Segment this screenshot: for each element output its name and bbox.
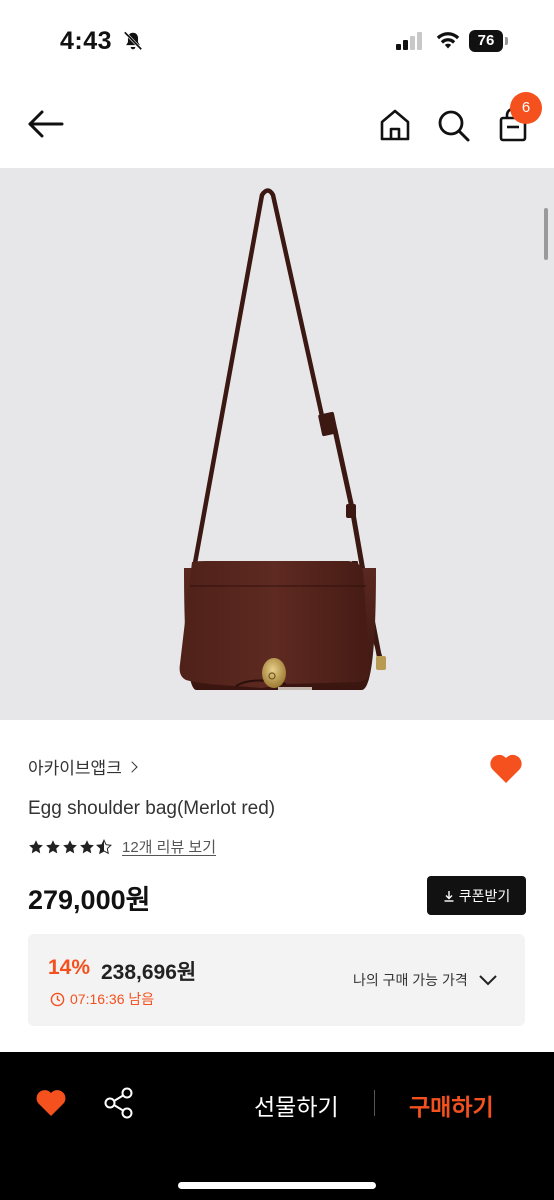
discount-rate: 14% xyxy=(48,956,91,979)
status-bar: 4:43 76 xyxy=(0,0,554,80)
product-price: 279,000원 xyxy=(28,885,151,915)
rating-stars xyxy=(28,838,112,855)
clock-icon xyxy=(50,992,65,1006)
brand-link[interactable]: 아카이브앱크 xyxy=(28,754,138,779)
discount-price: 238,696원 xyxy=(101,961,197,984)
divider xyxy=(374,1090,375,1116)
wifi-icon xyxy=(436,32,460,49)
timer-text: 07:16:36 남음 xyxy=(70,991,155,1007)
product-image[interactable] xyxy=(0,168,554,720)
review-link[interactable]: 12개 리뷰 보기 xyxy=(122,836,216,857)
chevron-right-icon xyxy=(126,760,138,773)
battery-cap xyxy=(505,37,508,45)
rating-row: 12개 리뷰 보기 xyxy=(28,836,216,857)
download-icon xyxy=(444,890,454,902)
battery-level: 76 xyxy=(477,32,495,49)
image-scrollbar[interactable] xyxy=(544,208,548,260)
cart-count-badge: 6 xyxy=(510,92,542,124)
back-arrow-icon[interactable] xyxy=(24,106,66,142)
discount-box: 14% 238,696원 07:16:36 남음 나의 구매 가능 가격 xyxy=(28,934,525,1026)
nav-bar: 6 xyxy=(0,80,554,168)
heart-icon[interactable] xyxy=(487,750,525,786)
home-indicator[interactable] xyxy=(178,1182,376,1189)
star-icon xyxy=(46,839,60,853)
heart-icon[interactable] xyxy=(34,1088,68,1118)
share-icon[interactable] xyxy=(102,1086,136,1120)
status-time: 4:43 xyxy=(60,27,113,55)
half-star-icon xyxy=(96,838,112,854)
chevron-down-icon xyxy=(479,975,497,986)
bottom-action-bar: 선물하기 구매하기 xyxy=(0,1052,554,1200)
timer-row: 07:16:36 남음 xyxy=(50,989,154,1009)
coupon-label: 쿠폰받기 xyxy=(458,887,511,904)
my-price-label: 나의 구매 가능 가격 xyxy=(353,972,468,988)
bell-muted-icon xyxy=(123,31,143,51)
home-icon[interactable] xyxy=(376,106,414,144)
brand-name: 아카이브앱크 xyxy=(28,759,122,778)
buy-button[interactable]: 구매하기 xyxy=(409,1088,494,1122)
shoulder-bag-illustration xyxy=(179,188,386,690)
star-icon xyxy=(29,839,43,853)
product-title: Egg shoulder bag(Merlot red) xyxy=(28,798,276,819)
gift-button[interactable]: 선물하기 xyxy=(254,1088,339,1122)
battery-icon: 76 xyxy=(469,30,503,52)
search-icon[interactable] xyxy=(434,106,472,144)
star-icon xyxy=(80,839,94,853)
my-price-toggle[interactable]: 나의 구매 가능 가격 xyxy=(353,970,498,990)
cellular-signal-icon xyxy=(396,32,422,50)
coupon-button[interactable]: 쿠폰받기 xyxy=(427,876,526,915)
star-icon xyxy=(63,839,77,853)
